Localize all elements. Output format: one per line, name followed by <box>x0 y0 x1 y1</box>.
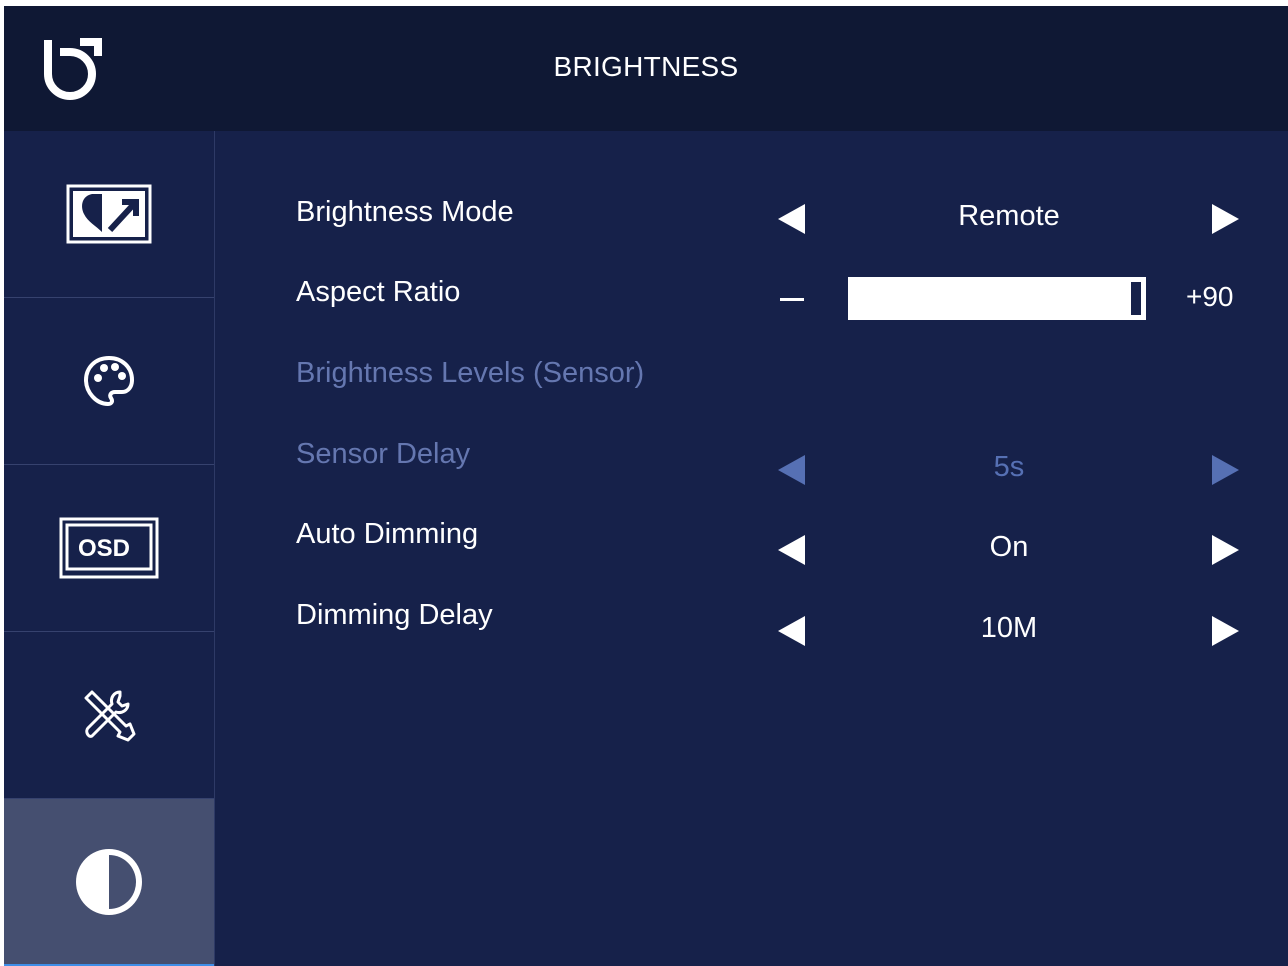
slider-handle[interactable] <box>1129 280 1143 317</box>
dimming-delay-prev-arrow-icon[interactable] <box>778 616 805 646</box>
setting-dimming-delay[interactable]: Dimming Delay 10M <box>4 599 1288 659</box>
auto-dimming-prev-arrow-icon[interactable] <box>778 535 805 565</box>
dimming-delay-value: 10M <box>980 612 1038 644</box>
dimming-delay-label: Dimming Delay <box>296 599 493 631</box>
slider-fill <box>848 277 1117 320</box>
aspect-ratio-label: Aspect Ratio <box>296 276 461 308</box>
sensor-delay-label: Sensor Delay <box>296 438 471 470</box>
sidebar-item-brightness[interactable] <box>4 799 214 966</box>
auto-dimming-label: Auto Dimming <box>296 518 479 550</box>
sensor-delay-prev-arrow-icon <box>778 455 805 485</box>
aspect-ratio-slider[interactable] <box>848 277 1146 320</box>
auto-dimming-value: On <box>989 531 1029 563</box>
brightness-mode-label: Brightness Mode <box>296 196 514 228</box>
osd-window: BRIGHTNESS OSD Brightness Mode Remote As… <box>4 6 1288 966</box>
sensor-delay-value: 5s <box>993 451 1025 483</box>
contrast-icon <box>76 848 142 915</box>
aspect-ratio-value: +90 <box>1186 281 1234 312</box>
brightness-mode-value: Remote <box>958 200 1060 232</box>
tools-icon <box>84 690 136 742</box>
brightness-levels-label: Brightness Levels (Sensor) <box>296 357 645 389</box>
setting-auto-dimming[interactable]: Auto Dimming On <box>4 518 1288 578</box>
minus-icon[interactable] <box>780 298 804 301</box>
setting-sensor-delay: Sensor Delay 5s <box>4 438 1288 498</box>
page-title: BRIGHTNESS <box>553 51 739 82</box>
header-bar: BRIGHTNESS <box>4 6 1288 131</box>
brightness-mode-next-arrow-icon[interactable] <box>1212 204 1239 234</box>
brightness-mode-prev-arrow-icon[interactable] <box>778 204 805 234</box>
setting-aspect-ratio[interactable]: Aspect Ratio +90 <box>4 276 1288 337</box>
sensor-delay-next-arrow-icon <box>1212 455 1239 485</box>
auto-dimming-next-arrow-icon[interactable] <box>1212 535 1239 565</box>
dimming-delay-next-arrow-icon[interactable] <box>1212 616 1239 646</box>
setting-brightness-mode[interactable]: Brightness Mode Remote <box>4 196 1288 256</box>
setting-brightness-levels: Brightness Levels (Sensor) <box>4 357 1288 417</box>
